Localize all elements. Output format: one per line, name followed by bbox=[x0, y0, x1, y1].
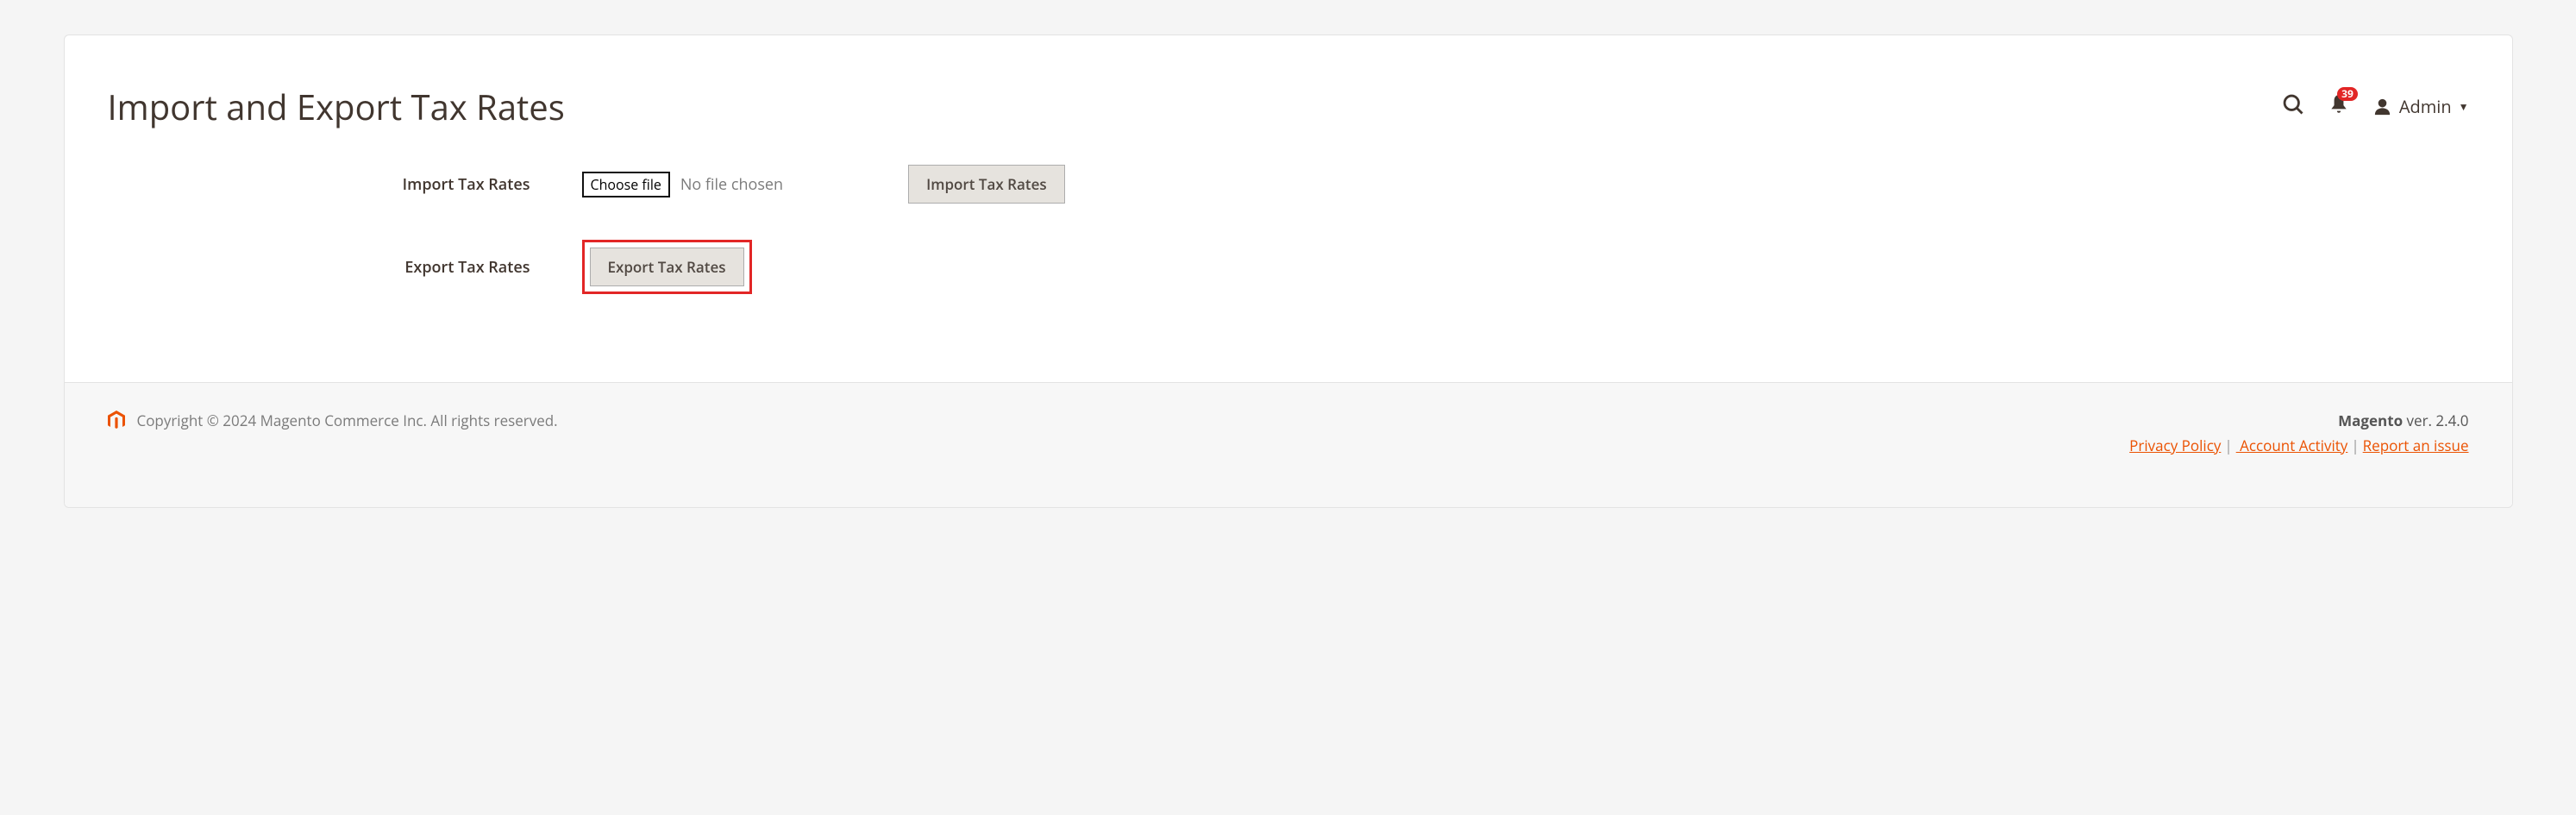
main-content: Import Tax Rates Choose file No file cho… bbox=[65, 156, 2512, 382]
export-controls: Export Tax Rates bbox=[582, 240, 752, 294]
file-status-text: No file chosen bbox=[680, 174, 783, 195]
export-row: Export Tax Rates Export Tax Rates bbox=[108, 240, 2469, 294]
report-issue-link[interactable]: Report an issue bbox=[2363, 436, 2469, 455]
privacy-policy-link[interactable]: Privacy Policy bbox=[2129, 436, 2221, 455]
export-highlight-box: Export Tax Rates bbox=[582, 240, 752, 294]
magento-logo-icon bbox=[108, 411, 125, 430]
separator: | bbox=[2221, 436, 2235, 455]
import-controls: Choose file No file chosen bbox=[582, 172, 784, 197]
caret-down-icon: ▼ bbox=[2459, 99, 2469, 114]
import-label: Import Tax Rates bbox=[108, 174, 582, 195]
import-tax-rates-button[interactable]: Import Tax Rates bbox=[908, 165, 1065, 204]
header-actions: 39 Admin ▼ bbox=[2281, 92, 2469, 121]
admin-label: Admin bbox=[2399, 95, 2452, 118]
footer-links: Privacy Policy| Account Activity|Report … bbox=[2129, 436, 2468, 455]
notifications-button[interactable]: 39 bbox=[2328, 93, 2350, 120]
footer-right: Magento ver. 2.4.0 Privacy Policy| Accou… bbox=[2129, 411, 2468, 455]
admin-panel: Import and Export Tax Rates 39 bbox=[64, 34, 2513, 508]
account-activity-link[interactable]: Account Activity bbox=[2236, 436, 2348, 455]
version-text: ver. 2.4.0 bbox=[2403, 411, 2468, 430]
page-title: Import and Export Tax Rates bbox=[108, 83, 565, 130]
choose-file-button[interactable]: Choose file bbox=[582, 172, 670, 197]
page-header: Import and Export Tax Rates 39 bbox=[65, 35, 2512, 156]
export-label: Export Tax Rates bbox=[108, 257, 582, 278]
copyright-text: Copyright © 2024 Magento Commerce Inc. A… bbox=[137, 411, 558, 430]
footer-left: Copyright © 2024 Magento Commerce Inc. A… bbox=[108, 411, 558, 430]
notification-badge: 39 bbox=[2337, 87, 2358, 101]
brand-name: Magento bbox=[2338, 411, 2403, 430]
admin-user-dropdown[interactable]: Admin ▼ bbox=[2372, 95, 2469, 118]
separator: | bbox=[2347, 436, 2362, 455]
version-line: Magento ver. 2.4.0 bbox=[2129, 411, 2468, 430]
user-icon bbox=[2372, 97, 2392, 116]
import-button-cell: Import Tax Rates bbox=[908, 165, 1065, 204]
import-row: Import Tax Rates Choose file No file cho… bbox=[108, 165, 2469, 204]
export-tax-rates-button[interactable]: Export Tax Rates bbox=[590, 248, 744, 286]
page-footer: Copyright © 2024 Magento Commerce Inc. A… bbox=[65, 382, 2512, 507]
search-icon[interactable] bbox=[2281, 92, 2305, 121]
